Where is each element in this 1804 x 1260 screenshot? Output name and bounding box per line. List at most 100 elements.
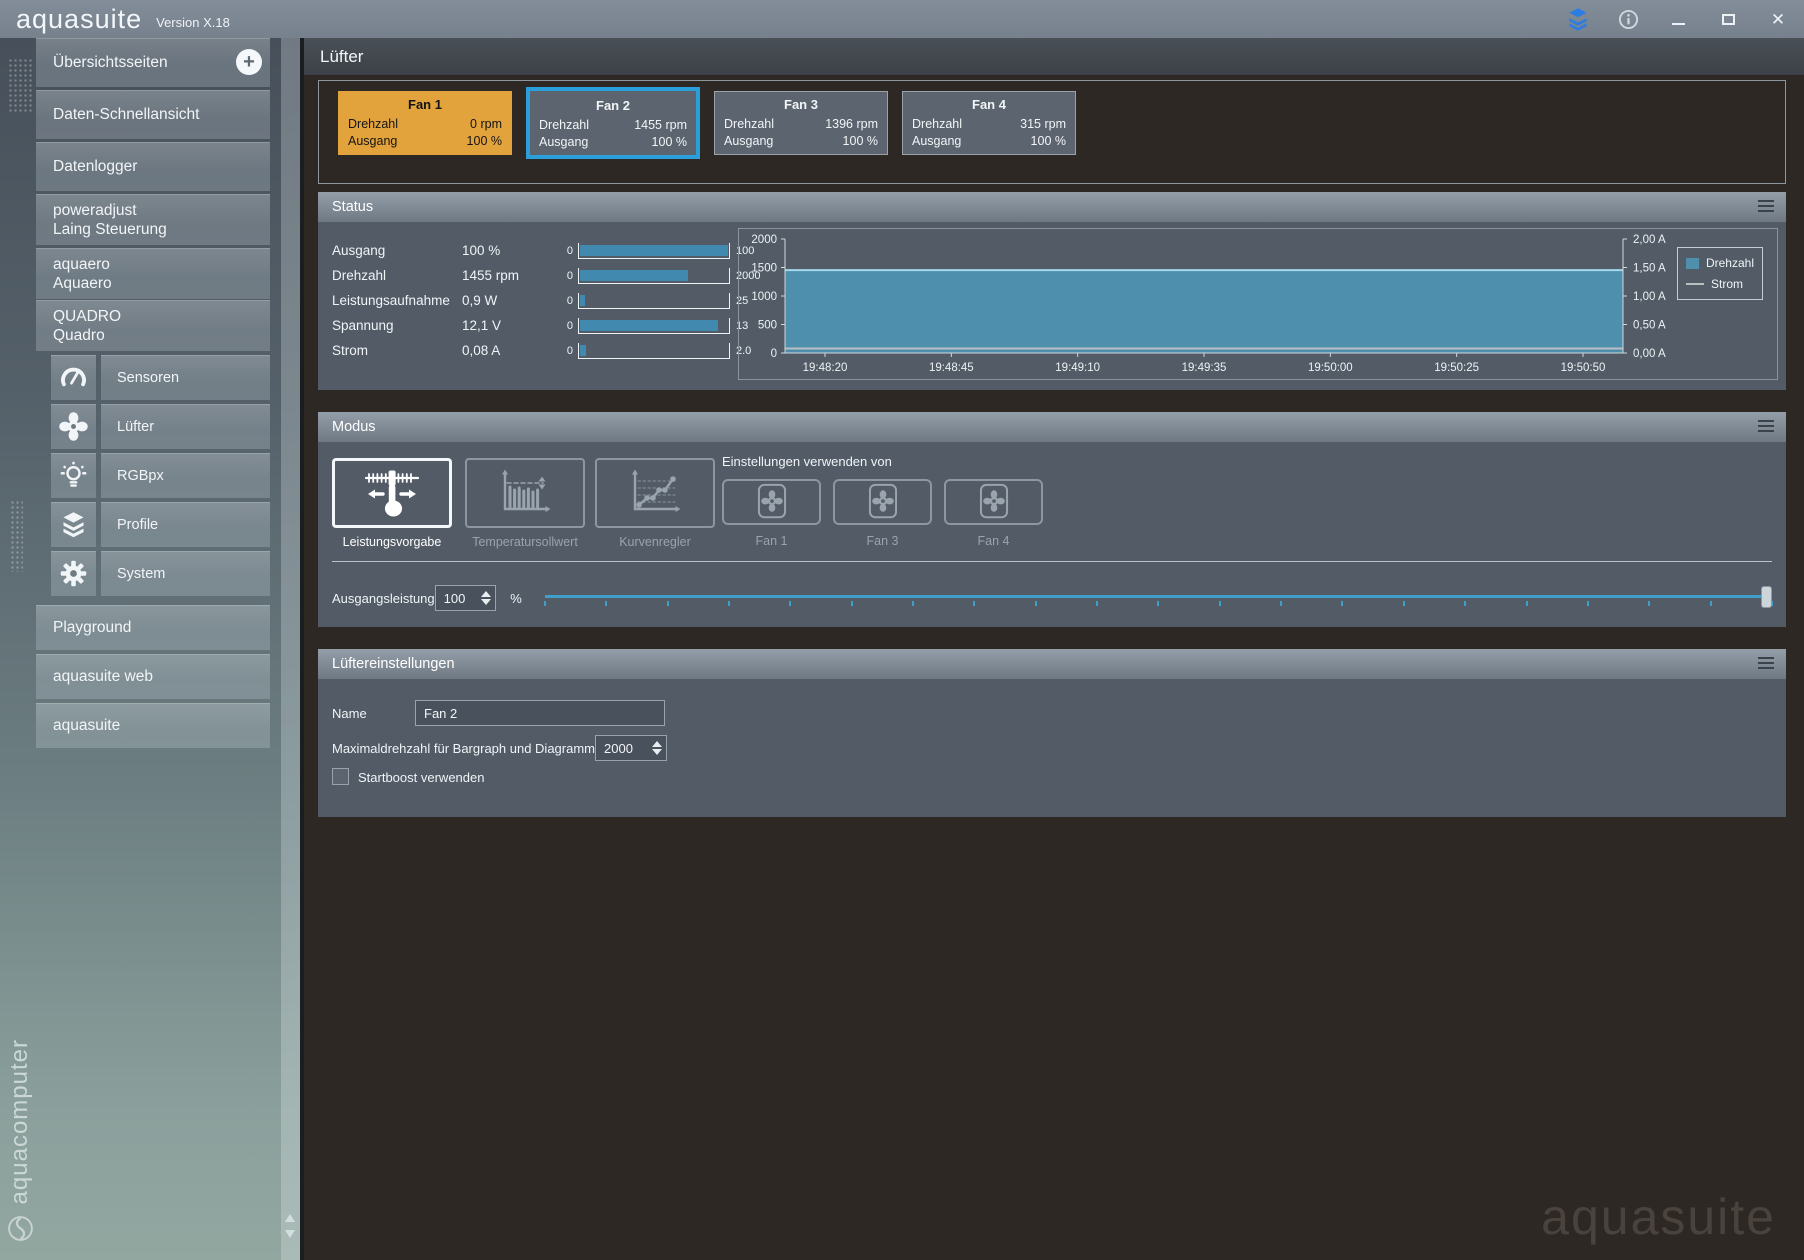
fan-card-title: Fan 3 (724, 97, 878, 112)
status-meter (578, 268, 730, 284)
close-button[interactable]: ✕ (1766, 7, 1790, 31)
copy-settings-label: Einstellungen verwenden von (722, 454, 892, 469)
slider-track[interactable] (545, 595, 1772, 598)
spinner-up-icon[interactable] (481, 591, 491, 597)
sidebar-item-label: Datenlogger (53, 157, 270, 176)
app-version: Version X.18 (156, 15, 230, 30)
output-power-spinner[interactable]: 100 (435, 585, 497, 611)
sidebar-item-datenlogger[interactable]: Datenlogger (36, 142, 270, 191)
info-icon[interactable] (1616, 7, 1640, 31)
add-page-button[interactable]: + (236, 49, 262, 75)
copy-button-label: Fan 1 (756, 534, 788, 548)
slider-thumb[interactable] (1761, 586, 1772, 608)
meter-fill (580, 295, 585, 306)
copy-from-button-fan-3[interactable]: Fan 3 (833, 479, 932, 548)
sidebar-item-label: aquasuite web (53, 667, 270, 686)
status-row-drehzahl: Drehzahl1455 rpm02000 (332, 263, 760, 288)
slider-tick (912, 601, 914, 606)
sidebar-item-aquaero[interactable]: aquaeroAquaero (36, 248, 270, 299)
status-row-spannung: Spannung12,1 V013 (332, 313, 760, 338)
output-power-slider[interactable] (545, 584, 1772, 612)
sidebar-item-playground[interactable]: Playground (36, 605, 270, 650)
status-panel: Status Ausgang100 %0100Drehzahl1455 rpm0… (318, 192, 1786, 390)
svg-text:0: 0 (771, 348, 777, 360)
fan-name-input[interactable] (415, 700, 665, 726)
sidebar-item-sublabel: Laing Steuerung (53, 220, 270, 239)
bulb-icon (51, 453, 96, 498)
svg-text:0,50 A: 0,50 A (1633, 320, 1666, 332)
maximize-button[interactable] (1716, 7, 1740, 31)
fan-card-fan-4[interactable]: Fan 4Drehzahl315 rpmAusgang100 % (902, 91, 1076, 155)
ausgang-value: 100 % (652, 134, 687, 151)
legend-label: Drehzahl (1706, 256, 1754, 270)
spinner-up-icon[interactable] (652, 741, 662, 747)
sidebar-item-aquasuite[interactable]: aquasuite (36, 703, 270, 748)
status-label: Drehzahl (332, 268, 462, 283)
sidebar-item-poweradjust[interactable]: poweradjustLaing Steuerung (36, 194, 270, 245)
sidebar-item-daten-schnellansicht[interactable]: Daten-Schnellansicht (36, 90, 270, 139)
copy-from-button-fan-1[interactable]: Fan 1 (722, 479, 821, 548)
fan-card-fan-2[interactable]: Fan 2Drehzahl1455 rpmAusgang100 % (526, 87, 700, 159)
fan-card-fan-3[interactable]: Fan 3Drehzahl1396 rpmAusgang100 % (714, 91, 888, 155)
slider-tick (667, 601, 669, 606)
panel-menu-icon[interactable] (1758, 200, 1774, 215)
status-value: 100 % (462, 243, 557, 258)
spinner-down-icon[interactable] (481, 599, 491, 605)
minimize-button[interactable] (1666, 7, 1690, 31)
fan-card-fan-1[interactable]: Fan 1Drehzahl0 rpmAusgang100 % (338, 91, 512, 155)
main-area: Lüfter Fan 1Drehzahl0 rpmAusgang100 %Fan… (304, 38, 1804, 1260)
slider-tick (1157, 601, 1159, 606)
fan-card-title: Fan 4 (912, 97, 1066, 112)
sidebar-scrollbar[interactable] (281, 38, 300, 1260)
mode-button-kurvenregler[interactable]: Kurvenregler (595, 458, 715, 549)
sidebar-item-sensoren[interactable]: Sensoren (101, 355, 270, 400)
ausgang-value: 100 % (843, 133, 878, 150)
ausgang-label: Ausgang (539, 134, 588, 151)
fan-settings-panel: Lüftereinstellungen Name Maximaldrehzahl… (318, 649, 1786, 817)
status-meter (578, 243, 730, 259)
maxrpm-spinner[interactable]: 2000 (595, 735, 667, 761)
spinner-down-icon[interactable] (652, 749, 662, 755)
sidebar-item-quadro[interactable]: QUADROQuadro (36, 300, 270, 351)
sidebar-item-label: Sensoren (117, 370, 179, 386)
ausgang-value: 100 % (1031, 133, 1066, 150)
copy-from-button-fan-4[interactable]: Fan 4 (944, 479, 1043, 548)
output-power-row: Ausgangsleistung 100 % (332, 578, 1772, 618)
status-meter (578, 293, 730, 309)
sidebar-item-profile[interactable]: Profile (101, 502, 270, 547)
startboost-checkbox[interactable] (332, 768, 349, 785)
scroll-up-icon[interactable] (285, 1214, 295, 1222)
spinner-arrows[interactable] (477, 586, 495, 610)
svg-text:1000: 1000 (751, 291, 777, 303)
fan-card-drehzahl-row: Drehzahl0 rpm (348, 116, 502, 133)
sidebar-item-label: aquasuite (53, 716, 270, 735)
curve-icon (595, 458, 715, 528)
drehzahl-value: 1455 rpm (634, 117, 687, 134)
status-panel-body: Ausgang100 %0100Drehzahl1455 rpm02000Lei… (318, 222, 1786, 390)
fan-overview-box: Fan 1Drehzahl0 rpmAusgang100 %Fan 2Drehz… (318, 80, 1786, 184)
panel-menu-icon[interactable] (1758, 420, 1774, 435)
svg-text:19:48:20: 19:48:20 (803, 362, 848, 374)
sidebar-item-label: poweradjust (53, 201, 270, 220)
sidebar-item-bersichtsseiten[interactable]: Übersichtsseiten+ (36, 38, 270, 87)
sidebar-item-aquasuite-web[interactable]: aquasuite web (36, 654, 270, 699)
modus-panel-header: Modus (318, 412, 1786, 442)
slider-tick (605, 601, 607, 606)
mode-button-temperatursollwert[interactable]: Temperatursollwert (465, 458, 585, 549)
layers-icon (51, 502, 96, 547)
sidebar-item-l-fter[interactable]: Lüfter (101, 404, 270, 449)
target-temp-icon (465, 458, 585, 528)
legend-item-strom: Strom (1686, 277, 1754, 291)
scroll-down-icon[interactable] (285, 1230, 295, 1238)
sidebar-item-rgbpx[interactable]: RGBpx (101, 453, 270, 498)
spinner-arrows[interactable] (648, 736, 666, 760)
slider-tick (1526, 601, 1528, 606)
status-panel-title: Status (332, 199, 373, 215)
sidebar-item-system[interactable]: System (101, 551, 270, 596)
panel-menu-icon[interactable] (1758, 657, 1774, 672)
drehzahl-label: Drehzahl (539, 117, 589, 134)
watermark-text: aquasuite (1541, 1188, 1776, 1246)
mode-button-leistungsvorgabe[interactable]: Leistungsvorgabe (332, 458, 452, 549)
layers-stack-icon[interactable] (1566, 7, 1590, 31)
meter-fill (580, 245, 728, 256)
